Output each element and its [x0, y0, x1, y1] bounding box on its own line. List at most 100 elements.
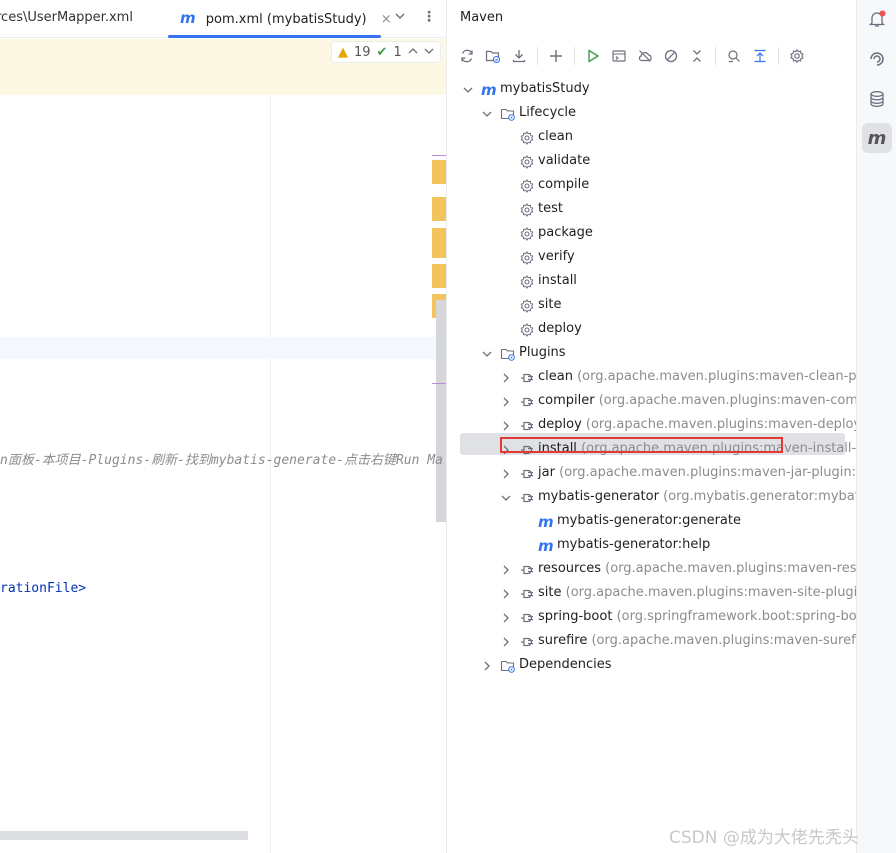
analyze-icon[interactable]	[722, 44, 746, 68]
plugin-coordinates: (org.apache.maven.plugins:maven-surefire	[591, 633, 856, 648]
more-options-icon[interactable]: ⋮	[422, 9, 436, 25]
warning-count: 19	[354, 44, 371, 60]
chevron-right-icon[interactable]	[500, 396, 512, 408]
chevron-right-icon[interactable]	[500, 372, 512, 384]
warning-marker[interactable]	[432, 197, 446, 221]
expand-icon[interactable]	[748, 44, 772, 68]
goal-mybatis-generator-generate[interactable]: m mybatis-generator:generate	[447, 510, 856, 534]
inspections-widget[interactable]: ▲ 19 ✔ 1	[331, 41, 441, 63]
toolbar-separator	[537, 47, 538, 65]
close-tab-icon[interactable]: ×	[381, 12, 392, 27]
tree-node-dependencies[interactable]: Dependencies	[447, 654, 856, 678]
plugin-site[interactable]: site (org.apache.maven.plugins:maven-sit…	[447, 582, 856, 606]
plugin-name: deploy	[538, 417, 582, 432]
collapse-icon[interactable]	[685, 44, 709, 68]
plugin-clean[interactable]: clean (org.apache.maven.plugins:maven-cl…	[447, 366, 856, 390]
chevron-down-icon[interactable]	[462, 84, 474, 96]
tree-node-label: compile	[538, 177, 590, 192]
folder-gear-icon	[500, 658, 516, 674]
previous-highlight-icon[interactable]	[408, 45, 418, 60]
chevron-down-icon[interactable]	[481, 348, 493, 360]
plugin-deploy[interactable]: deploy (org.apache.maven.plugins:maven-d…	[447, 414, 856, 438]
chevron-right-icon[interactable]	[500, 588, 512, 600]
tree-node-lifecycle[interactable]: Lifecycle	[447, 102, 856, 126]
notifications-icon[interactable]	[862, 4, 892, 34]
maven-tool-icon[interactable]: m	[862, 123, 892, 153]
plugin-icon	[519, 394, 535, 410]
gear-icon	[519, 202, 535, 218]
gear-icon	[519, 178, 535, 194]
lifecycle-phase-verify[interactable]: verify	[447, 246, 856, 270]
chevron-down-icon[interactable]	[394, 10, 406, 25]
lifecycle-phase-test[interactable]: test	[447, 198, 856, 222]
tree-node-root-project[interactable]: m mybatisStudy	[447, 78, 856, 102]
tree-node-label: Lifecycle	[519, 105, 577, 120]
chevron-right-icon[interactable]	[500, 468, 512, 480]
code-text: rationFile>	[0, 581, 87, 596]
plugin-icon	[519, 466, 535, 482]
maven-m-icon: m	[180, 9, 196, 27]
lifecycle-phase-deploy[interactable]: deploy	[447, 318, 856, 342]
right-tool-strip: m	[856, 0, 896, 853]
plugin-name: mybatis-generator	[538, 489, 659, 504]
run-icon[interactable]	[581, 44, 605, 68]
tree-node-plugins[interactable]: Plugins	[447, 342, 856, 366]
lifecycle-phase-clean[interactable]: clean	[447, 126, 856, 150]
lifecycle-phase-compile[interactable]: compile	[447, 174, 856, 198]
skip-tests-icon[interactable]	[659, 44, 683, 68]
tree-node-label: Dependencies	[519, 657, 612, 672]
weak-warning-count: 1	[393, 44, 402, 60]
chevron-down-icon[interactable]	[481, 108, 493, 120]
database-icon[interactable]	[862, 84, 892, 114]
chevron-right-icon[interactable]	[500, 420, 512, 432]
tab-pom-xml[interactable]: m pom.xml (mybatisStudy) ×	[168, 0, 392, 38]
tab-usermapper-xml[interactable]: rces\UserMapper.xml	[0, 0, 133, 38]
offline-icon[interactable]	[633, 44, 657, 68]
chevron-down-icon[interactable]	[500, 492, 512, 504]
toolbar-separator	[574, 47, 575, 65]
next-highlight-icon[interactable]	[424, 45, 434, 60]
chevron-right-icon[interactable]	[500, 636, 512, 648]
download-icon[interactable]	[507, 44, 531, 68]
gear-icon	[519, 250, 535, 266]
editor-horizontal-scrollbar[interactable]	[0, 831, 248, 840]
plugin-coordinates: (org.apache.maven.plugins:maven-clean-pl…	[577, 369, 856, 384]
settings-icon[interactable]	[785, 44, 809, 68]
plugin-icon	[519, 586, 535, 602]
lifecycle-phase-package[interactable]: package	[447, 222, 856, 246]
plugin-icon	[519, 610, 535, 626]
gear-icon	[519, 130, 535, 146]
plugin-surefire[interactable]: surefire (org.apache.maven.plugins:maven…	[447, 630, 856, 654]
goal-mybatis-generator-help[interactable]: m mybatis-generator:help	[447, 534, 856, 558]
plugin-spring-boot[interactable]: spring-boot (org.springframework.boot:sp…	[447, 606, 856, 630]
toolbar-separator	[778, 47, 779, 65]
plugin-resources[interactable]: resources (org.apache.maven.plugins:mave…	[447, 558, 856, 582]
reload-icon[interactable]	[455, 44, 479, 68]
warning-marker[interactable]	[432, 228, 446, 258]
check-icon: ✔	[376, 44, 388, 60]
warning-marker[interactable]	[432, 160, 446, 184]
warning-marker[interactable]	[432, 264, 446, 288]
plugin-name: resources	[538, 561, 602, 576]
editor-area[interactable]: rces\UserMapper.xml m pom.xml (mybatisSt…	[0, 0, 446, 853]
plugin-compiler[interactable]: compiler (org.apache.maven.plugins:maven…	[447, 390, 856, 414]
plugin-mybatis-generator[interactable]: mybatis-generator (org.mybatis.generator…	[447, 486, 856, 510]
execute-goal-icon[interactable]	[607, 44, 631, 68]
tree-node-label: install	[538, 273, 577, 288]
lifecycle-phase-validate[interactable]: validate	[447, 150, 856, 174]
chevron-right-icon[interactable]	[481, 660, 493, 672]
lifecycle-phase-install[interactable]: install	[447, 270, 856, 294]
add-icon[interactable]	[544, 44, 568, 68]
lifecycle-phase-site[interactable]: site	[447, 294, 856, 318]
chevron-right-icon[interactable]	[500, 612, 512, 624]
plugin-icon	[519, 634, 535, 650]
editor-tab-bar: rces\UserMapper.xml m pom.xml (mybatisSt…	[0, 0, 446, 38]
chevron-right-icon[interactable]	[500, 564, 512, 576]
plugin-jar[interactable]: jar (org.apache.maven.plugins:maven-jar-…	[447, 462, 856, 486]
ai-assistant-icon[interactable]	[862, 44, 892, 74]
change-marker	[432, 383, 446, 384]
add-project-icon[interactable]	[481, 44, 505, 68]
plugin-icon	[519, 418, 535, 434]
editor-vertical-scrollbar[interactable]	[436, 300, 446, 522]
plugin-icon	[519, 562, 535, 578]
